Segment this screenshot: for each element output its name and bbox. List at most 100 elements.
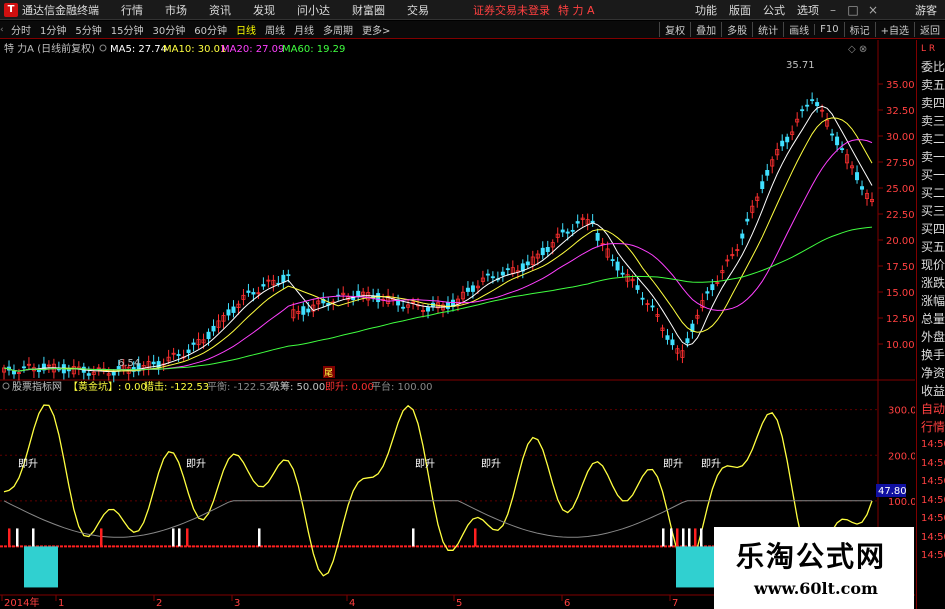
candle-body [490,276,495,279]
restore-rights-button[interactable]: 复权 [659,22,690,37]
period-timeshare[interactable]: 分时 [8,22,34,37]
sidebar-item[interactable]: 买五 [917,238,945,256]
period-toolbar: ‹ 分时 1分钟 5分钟 15分钟 30分钟 60分钟 日线 周线 月线 多周期… [0,21,945,39]
period-daily[interactable]: 日线 [233,22,259,37]
price-tick-label: 22.50 [886,210,915,221]
quote-sidebar: L R 委比 卖五 卖四 卖三 卖二 卖一 买一 买二 买三 买四 买五 现价 涨跌 涨幅 总量 外盘 换手 净资… [916,40,945,609]
candle-body [840,148,845,151]
candle-body [505,268,510,271]
menu-ask[interactable]: 问小达 [297,2,330,18]
indicator-platform: 平台: 100.00 [371,380,433,393]
maximize-icon[interactable]: □ [847,3,859,17]
signal-label: 即升 [18,458,38,470]
menu-market[interactable]: 市场 [165,2,187,18]
period-1min[interactable]: 1分钟 [37,22,69,37]
time-tick-label: 5 [456,598,462,609]
signal-bar [186,528,189,547]
signal-bar [700,528,703,547]
sidebar-item[interactable]: 14:50 [917,473,945,492]
sidebar-item[interactable]: 卖一 [917,148,945,166]
multi-stock-button[interactable]: 多股 [721,22,752,37]
kline-chart[interactable]: 35.00 32.50 30.00 27.50 25.00 22.50 20.00 17.50… [0,40,915,609]
add-watchlist-button[interactable]: +自选 [874,22,914,37]
candle-body [765,170,770,176]
sidebar-item[interactable]: 14:50 [917,436,945,455]
sidebar-item[interactable]: 买四 [917,220,945,238]
sidebar-item[interactable]: 收益 [917,382,945,400]
period-15min[interactable]: 15分钟 [108,22,147,37]
period-monthly[interactable]: 月线 [291,22,317,37]
period-30min[interactable]: 30分钟 [149,22,188,37]
sidebar-item[interactable]: 14:50 [917,529,945,548]
sidebar-item[interactable]: 卖五 [917,76,945,94]
candle-body [685,338,690,344]
sidebar-item[interactable]: 买一 [917,166,945,184]
formula-button[interactable]: 公式 [763,2,785,18]
sidebar-item[interactable]: 买三 [917,202,945,220]
time-tick-label: 3 [234,598,240,609]
draw-line-button[interactable]: 画线 [783,22,814,37]
candle-body [485,273,490,276]
sidebar-item[interactable]: 卖三 [917,112,945,130]
f10-button[interactable]: F10 [814,24,843,35]
sidebar-item[interactable]: 行情 [917,418,945,436]
candle-body [306,308,311,313]
current-value-label: 47.80 [878,486,907,497]
signal-bar [412,528,415,547]
sidebar-item[interactable]: 卖二 [917,130,945,148]
candle-body [860,186,865,190]
sidebar-item[interactable]: 14:50 [917,510,945,529]
price-tick-label: 25.00 [886,184,915,195]
sidebar-item[interactable]: 14:50 [917,492,945,511]
sidebar-item[interactable]: 14:50 [917,547,945,566]
candle-body [785,136,790,143]
overlay-button[interactable]: 叠加 [690,22,721,37]
sidebar-item[interactable]: 自动 [917,400,945,418]
menu-news[interactable]: 资讯 [209,2,231,18]
period-60min[interactable]: 60分钟 [191,22,230,37]
sidebar-item[interactable]: 现价 [917,256,945,274]
minimize-icon[interactable]: – [827,3,839,17]
sidebar-item[interactable]: 涨跌 [917,274,945,292]
menu-discover[interactable]: 发现 [253,2,275,18]
indicator-tick-label: 100.00 [888,497,915,508]
period-multi[interactable]: 多周期 [320,22,356,37]
options-button[interactable]: 选项 [797,2,819,18]
time-tick-label: 1 [58,598,64,609]
candle-body [186,349,191,353]
period-5min[interactable]: 5分钟 [72,22,104,37]
close-icon[interactable]: × [867,3,879,17]
sidebar-corner[interactable]: L R [917,40,945,58]
mark-button[interactable]: 标记 [843,22,875,37]
menu-trade[interactable]: 交易 [407,2,429,18]
candle-body [206,331,211,340]
panel-controls-icon[interactable]: ◇ ⊗ [848,44,867,55]
sidebar-item[interactable]: 买二 [917,184,945,202]
back-button[interactable]: 返回 [914,22,945,37]
layout-button[interactable]: 版面 [729,2,751,18]
menu-quotes[interactable]: 行情 [121,2,143,18]
sidebar-item[interactable]: 卖四 [917,94,945,112]
signal-bar [670,528,673,547]
period-more[interactable]: 更多> [359,22,393,37]
period-weekly[interactable]: 周线 [262,22,288,37]
login-status[interactable]: 证券交易未登录 [473,2,550,18]
chevron-left-icon[interactable]: ‹ [0,25,8,35]
guest-label[interactable]: 游客 [915,2,937,18]
sidebar-item[interactable]: 委比 [917,58,945,76]
sidebar-item[interactable]: 净资 [917,364,945,382]
function-button[interactable]: 功能 [695,2,717,18]
sidebar-item[interactable]: 换手 [917,346,945,364]
signal-bar [172,528,175,547]
sidebar-item[interactable]: 外盘 [917,328,945,346]
indicator-absorb: 吸筹: 50.00 [270,380,325,393]
menu-wealth[interactable]: 财富圈 [352,2,385,18]
sidebar-item[interactable]: 涨幅 [917,292,945,310]
sidebar-item[interactable]: 总量 [917,310,945,328]
candle-body [595,232,600,241]
candle-body [151,361,156,365]
candle-body [176,354,181,356]
candle-body [745,218,750,222]
sidebar-item[interactable]: 14:50 [917,455,945,474]
stats-button[interactable]: 统计 [752,22,783,37]
